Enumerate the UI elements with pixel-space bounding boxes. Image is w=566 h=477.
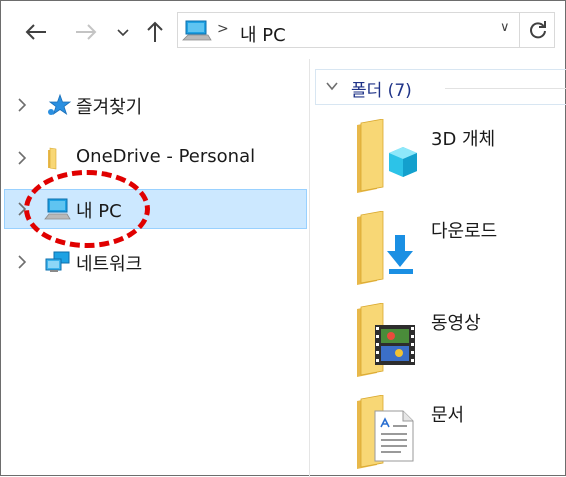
annotation-highlight-circle	[24, 170, 150, 248]
folder-label: 다운로드	[431, 221, 498, 242]
onedrive-folder-icon	[48, 147, 57, 170]
folder-label: 동영상	[431, 313, 481, 334]
nav-item-favorites[interactable]: 즐겨찾기	[4, 85, 307, 125]
forward-button[interactable]	[71, 15, 101, 49]
chevron-right-icon[interactable]	[17, 151, 27, 165]
refresh-icon	[530, 21, 546, 39]
nav-item-network[interactable]: 네트워크	[4, 242, 307, 282]
nav-item-label: OneDrive - Personal	[76, 146, 256, 167]
arrow-right-icon	[76, 24, 97, 40]
documents-folder-icon	[357, 395, 414, 469]
refresh-button[interactable]	[525, 17, 551, 43]
group-label: 폴더 (7)	[351, 81, 412, 101]
folder-item-videos[interactable]: 동영상	[351, 303, 566, 385]
back-button[interactable]	[21, 15, 51, 49]
breadcrumb-current[interactable]: 내 PC	[240, 21, 286, 47]
nav-item-onedrive[interactable]: OneDrive - Personal	[4, 138, 307, 178]
chevron-down-icon[interactable]	[325, 79, 339, 93]
nav-item-label: 네트워크	[76, 254, 143, 275]
recent-locations-button[interactable]	[113, 15, 133, 49]
breadcrumb-separator[interactable]: >	[217, 21, 229, 37]
pane-splitter[interactable]	[309, 59, 310, 477]
folder-label: 3D 개체	[431, 129, 496, 150]
arrow-left-icon	[25, 24, 46, 40]
chevron-right-icon[interactable]	[17, 255, 27, 269]
folder-item-documents[interactable]: 문서	[351, 395, 566, 477]
downloads-folder-icon	[357, 211, 413, 285]
chevron-down-icon	[117, 29, 129, 37]
group-divider-line	[445, 88, 566, 89]
folder-item-3d-objects[interactable]: 3D 개체	[351, 119, 566, 201]
star-icon	[48, 93, 72, 116]
folder-item-downloads[interactable]: 다운로드	[351, 211, 566, 293]
window-frame: > 내 PC ∨ 즐겨찾기 OneDrive - Personal 내 PC 네…	[0, 0, 566, 477]
folders-group-header[interactable]: 폴더 (7)	[315, 69, 566, 105]
address-bar[interactable]: > 내 PC ∨	[177, 12, 555, 48]
videos-folder-icon	[357, 303, 415, 377]
computer-icon	[182, 20, 212, 46]
arrow-up-icon	[147, 21, 163, 42]
address-history-dropdown[interactable]: ∨	[500, 20, 510, 35]
nav-item-label: 즐겨찾기	[76, 97, 143, 118]
3d-objects-folder-icon	[357, 119, 417, 193]
address-divider	[519, 13, 520, 47]
chevron-right-icon[interactable]	[17, 98, 27, 112]
folder-label: 문서	[431, 405, 465, 426]
up-button[interactable]	[142, 15, 168, 49]
network-icon	[45, 251, 70, 272]
